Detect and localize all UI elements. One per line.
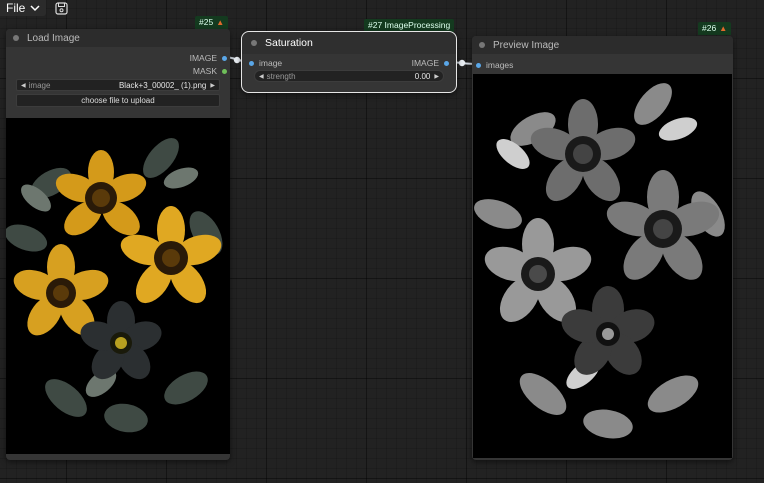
preview-node-id: #26 bbox=[702, 23, 717, 33]
color-flowers-illustration bbox=[6, 118, 230, 454]
preview-title-bar[interactable]: Preview Image bbox=[472, 36, 733, 54]
load-image-node[interactable]: Load Image IMAGE MASK ◀ image Black+3_00… bbox=[6, 29, 230, 460]
saturation-title-bar[interactable]: Saturation bbox=[242, 32, 456, 54]
preview-node-badge: #26 ▲ bbox=[698, 22, 732, 35]
link-midpoint-2 bbox=[458, 59, 466, 67]
chevron-down-icon bbox=[30, 5, 40, 12]
preview-image bbox=[473, 74, 732, 458]
upload-button[interactable]: choose file to upload bbox=[16, 94, 220, 107]
file-menu-button[interactable]: File bbox=[0, 0, 47, 16]
output-image-label: IMAGE bbox=[189, 53, 217, 63]
strength-value: 0.00 bbox=[414, 71, 431, 81]
preview-input-label: images bbox=[486, 60, 514, 70]
collapse-dot-icon[interactable] bbox=[479, 42, 485, 48]
strength-widget[interactable]: ◀ strength 0.00 ▶ bbox=[254, 70, 444, 82]
arrow-right-icon[interactable]: ▶ bbox=[210, 82, 215, 89]
saturation-output-row: IMAGE bbox=[412, 58, 449, 68]
preview-title: Preview Image bbox=[493, 39, 560, 51]
output-image-row: IMAGE bbox=[190, 53, 227, 63]
saturation-title: Saturation bbox=[265, 37, 313, 49]
save-icon bbox=[55, 1, 68, 15]
saturation-input-label: image bbox=[259, 58, 283, 68]
arrow-left-icon[interactable]: ◀ bbox=[259, 73, 264, 80]
strength-label: strength bbox=[266, 71, 296, 81]
image-widget-value: Black+3_00002_ (1).png bbox=[118, 80, 207, 90]
fox-icon: ▲ bbox=[719, 24, 728, 33]
link-midpoint-1 bbox=[233, 56, 241, 64]
output-image-port[interactable] bbox=[222, 55, 227, 61]
saturation-output-label: IMAGE bbox=[411, 58, 439, 68]
arrow-left-icon[interactable]: ◀ bbox=[21, 82, 26, 89]
output-mask-label: MASK bbox=[192, 66, 217, 76]
load-node-badge: #25 ▲ bbox=[195, 16, 229, 29]
image-widget-label: image bbox=[28, 80, 51, 90]
output-mask-row: MASK bbox=[193, 66, 227, 76]
saturation-input-port[interactable] bbox=[249, 60, 254, 66]
fox-icon: ▲ bbox=[216, 18, 225, 27]
top-bar: File bbox=[0, 0, 68, 16]
preview-image-node[interactable]: Preview Image images bbox=[472, 36, 733, 460]
save-button[interactable] bbox=[54, 1, 68, 15]
file-menu-label: File bbox=[6, 1, 26, 15]
saturation-output-port[interactable] bbox=[444, 60, 449, 66]
collapse-dot-icon[interactable] bbox=[13, 35, 19, 41]
saturation-node[interactable]: Saturation image IMAGE ◀ strength 0.00 ▶ bbox=[241, 31, 457, 93]
image-select-widget[interactable]: ◀ image Black+3_00002_ (1).png ▶ bbox=[16, 79, 220, 91]
loaded-image bbox=[6, 118, 230, 454]
arrow-right-icon[interactable]: ▶ bbox=[434, 73, 439, 80]
load-image-title: Load Image bbox=[27, 32, 80, 44]
load-node-id: #25 bbox=[199, 17, 214, 27]
saturation-input-row: image bbox=[249, 58, 282, 68]
output-mask-port[interactable] bbox=[222, 68, 227, 74]
preview-input-port[interactable] bbox=[476, 62, 481, 68]
preview-input-row: images bbox=[476, 60, 513, 70]
load-image-title-bar[interactable]: Load Image bbox=[6, 29, 230, 47]
grayscale-flowers-illustration bbox=[473, 74, 732, 458]
collapse-dot-icon[interactable] bbox=[251, 40, 257, 46]
